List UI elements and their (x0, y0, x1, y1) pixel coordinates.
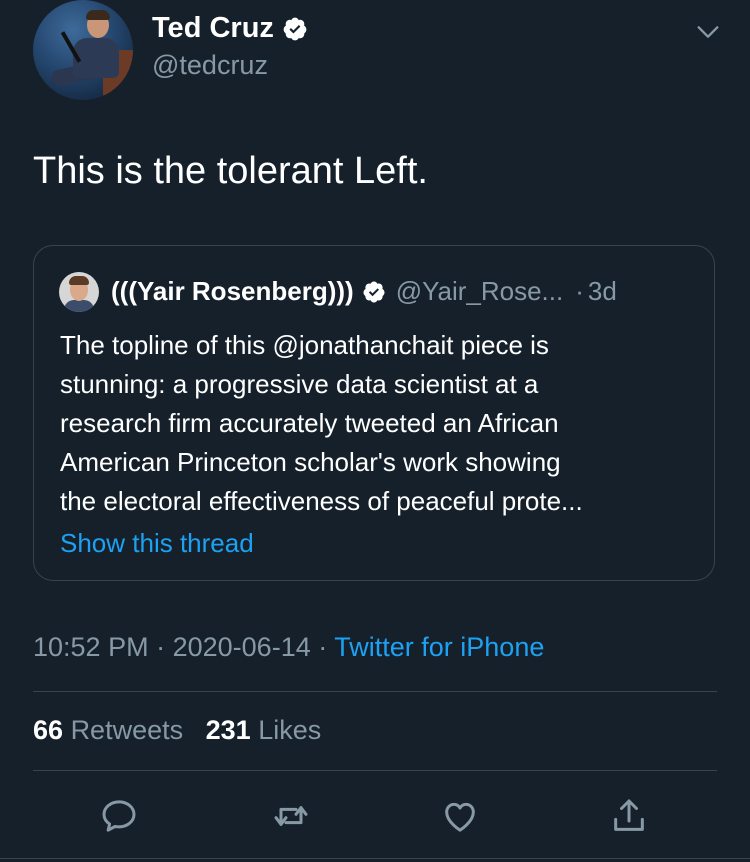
share-icon[interactable] (609, 796, 649, 836)
author-avatar[interactable] (33, 0, 133, 100)
quoted-timestamp: 3d (587, 276, 617, 306)
tweet-stats: 66 Retweets 231 Likes (33, 715, 321, 746)
divider (0, 858, 750, 859)
quoted-body: The topline of this @jonathanchait piece… (60, 326, 710, 521)
quoted-body-line: stunning: a progressive data scientist a… (60, 369, 539, 399)
tweet-date: 2020-06-14 (172, 632, 311, 662)
likes-count: 231 (205, 715, 251, 745)
tweet-source-link[interactable]: Twitter for iPhone (334, 632, 544, 662)
avatar-hair (86, 10, 110, 20)
author-name-row[interactable]: Ted Cruz (152, 12, 308, 45)
tweet-time: 10:52 PM (33, 632, 149, 662)
quoted-tweet-card[interactable]: (((Yair Rosenberg))) @Yair_Rose... · 3d … (33, 245, 715, 581)
quoted-avatar-shirt (64, 300, 94, 312)
quoted-header: (((Yair Rosenberg))) @Yair_Rose... · 3d (111, 276, 617, 307)
verified-badge-icon (363, 281, 385, 302)
meta-separator: · (156, 632, 166, 662)
quoted-body-line: research firm accurately tweeted an Afri… (60, 408, 559, 438)
divider (33, 691, 717, 692)
likes-label: Likes (258, 715, 322, 745)
chevron-down-icon[interactable] (694, 18, 722, 46)
quoted-body-line: The topline of this @jonathanchait piece… (60, 330, 549, 360)
meta-separator: · (318, 632, 328, 662)
quoted-author-avatar (59, 272, 99, 312)
divider (33, 770, 717, 771)
quoted-display-name: (((Yair Rosenberg))) (111, 276, 354, 306)
likes-stat[interactable]: 231 Likes (206, 715, 322, 745)
tweet-meta: 10:52 PM · 2020-06-14 · Twitter for iPho… (33, 632, 544, 663)
show-thread-link[interactable]: Show this thread (60, 528, 254, 559)
quoted-body-line: the electoral effectiveness of peaceful … (60, 486, 583, 516)
retweets-stat[interactable]: 66 Retweets (33, 715, 183, 745)
author-handle[interactable]: @tedcruz (152, 50, 268, 81)
quoted-body-line: American Princeton scholar's work showin… (60, 447, 561, 477)
author-display-name[interactable]: Ted Cruz (152, 12, 274, 45)
quoted-avatar-hair (69, 276, 89, 285)
retweets-count: 66 (33, 715, 64, 745)
reply-icon[interactable] (99, 796, 139, 836)
heart-icon[interactable] (440, 796, 480, 836)
retweet-icon[interactable] (271, 796, 311, 836)
retweets-label: Retweets (70, 715, 184, 745)
verified-badge-icon (283, 17, 307, 40)
tweet-text: This is the tolerant Left. (33, 150, 428, 192)
quoted-separator: · (575, 276, 584, 306)
quoted-handle: @Yair_Rose... (395, 276, 564, 306)
